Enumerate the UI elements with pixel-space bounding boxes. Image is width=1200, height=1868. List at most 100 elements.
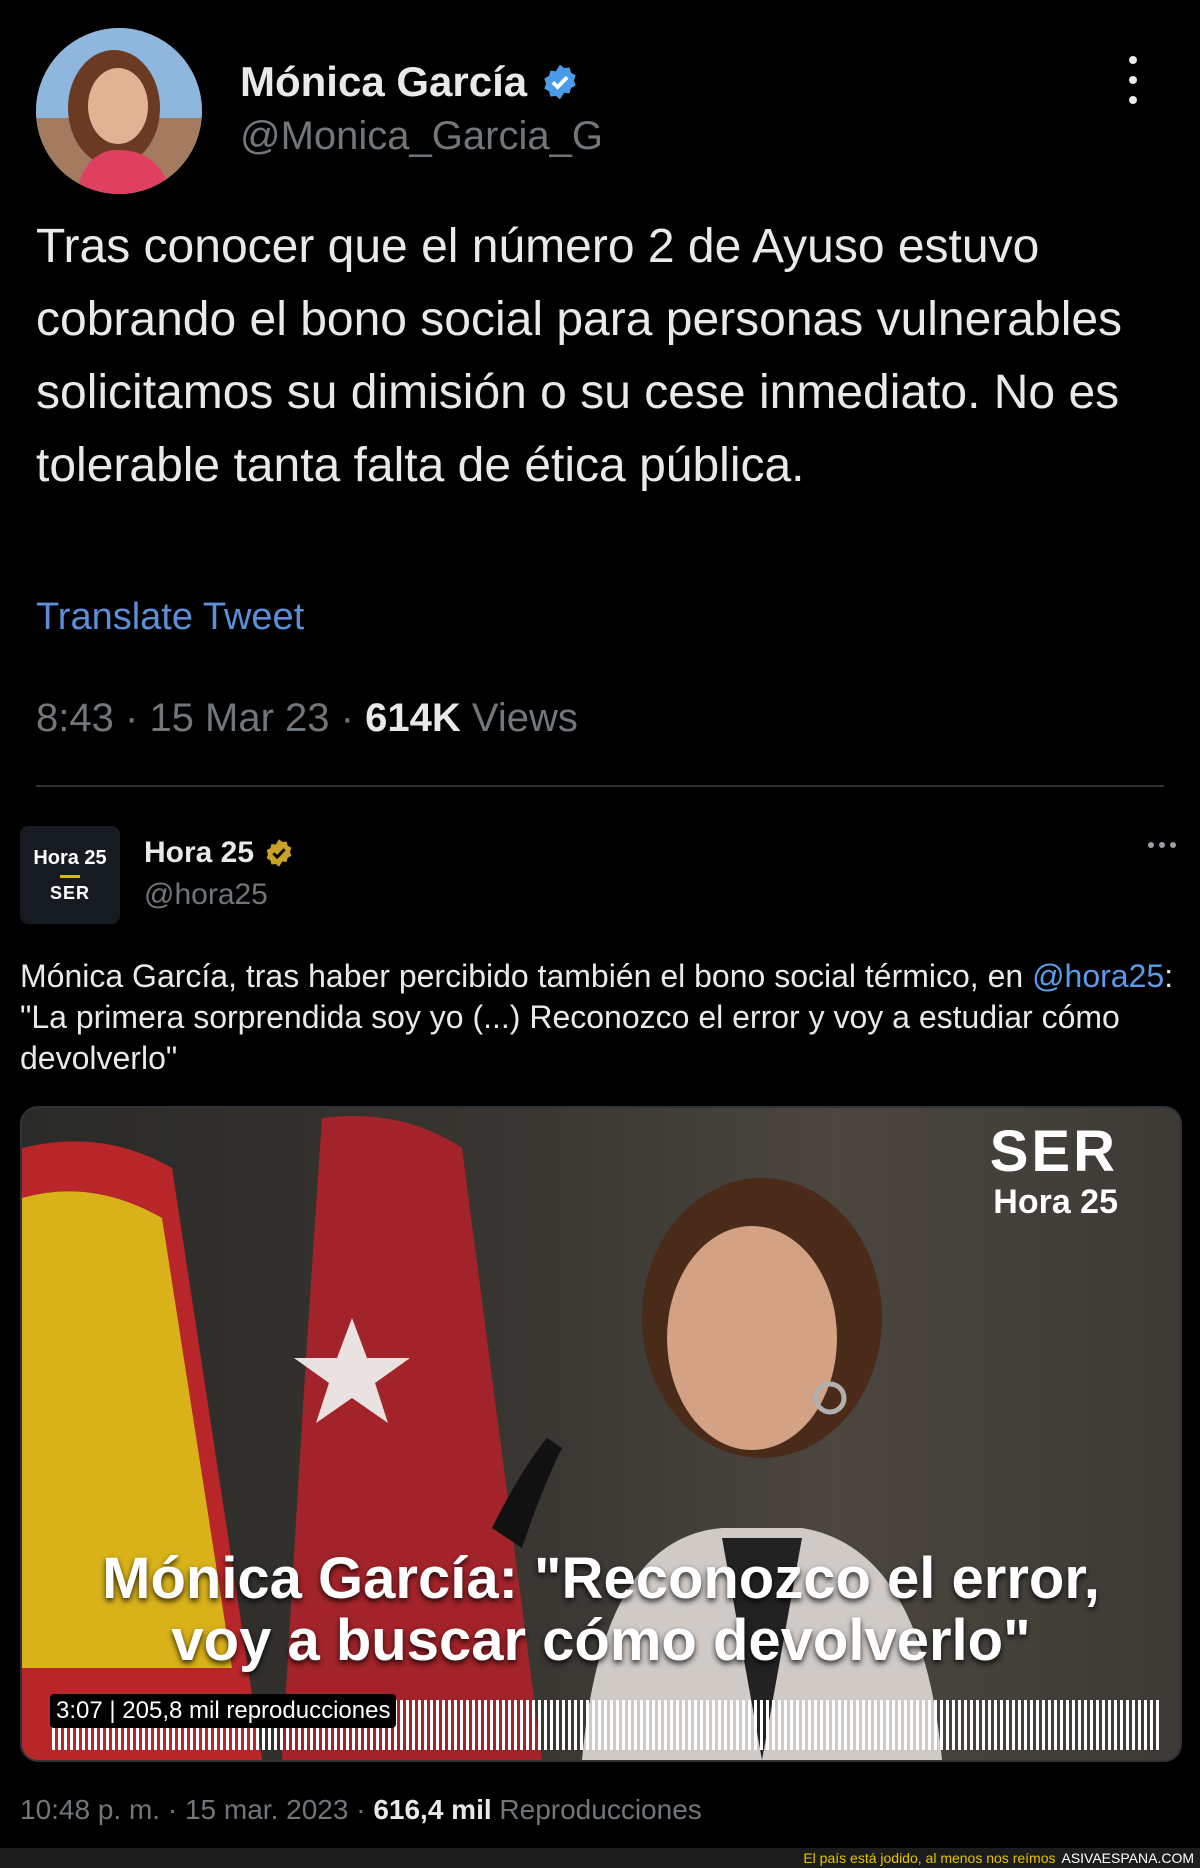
waveform-tick: [724, 1700, 727, 1750]
waveform-tick: [454, 1700, 457, 1750]
separator: ·: [124, 696, 139, 740]
separator: ·: [340, 696, 354, 740]
verified-gold-badge-icon: [266, 839, 292, 867]
waveform-tick: [580, 1700, 583, 1750]
waveform-tick: [1096, 1700, 1099, 1750]
avatar[interactable]: [36, 28, 202, 194]
waveform-tick: [1108, 1700, 1111, 1750]
waveform-tick: [694, 1700, 697, 1750]
video-stats: 3:07 | 205,8 mil reproducciones: [50, 1694, 397, 1728]
tweet-text: Tras conocer que el número 2 de Ayuso es…: [36, 220, 1123, 492]
waveform-tick: [586, 1700, 589, 1750]
waveform-tick: [1102, 1700, 1105, 1750]
waveform-tick: [496, 1700, 499, 1750]
waveform-tick: [610, 1700, 613, 1750]
waveform-tick: [922, 1700, 925, 1750]
waveform-tick: [700, 1700, 703, 1750]
waveform-tick: [730, 1700, 733, 1750]
waveform-tick: [418, 1700, 421, 1750]
author-handle[interactable]: @hora25: [144, 878, 268, 912]
more-options-icon[interactable]: [1122, 56, 1144, 104]
waveform-tick: [1054, 1700, 1057, 1750]
avatar-label: Hora 25: [33, 846, 107, 869]
waveform-tick: [1120, 1700, 1123, 1750]
waveform-tick: [754, 1700, 757, 1750]
avatar-logo: SER: [49, 882, 90, 903]
mention-link[interactable]: @hora25: [1032, 958, 1164, 994]
plays-label: Reproducciones: [499, 1794, 702, 1825]
waveform-tick: [574, 1700, 577, 1750]
waveform-tick: [766, 1700, 769, 1750]
waveform-tick: [832, 1700, 835, 1750]
waveform-tick: [1156, 1700, 1159, 1750]
tweet-date[interactable]: 15 mar. 2023: [185, 1794, 348, 1825]
video-duration: 3:07: [56, 1697, 103, 1724]
watermark-tagline: El país está jodido, al menos nos reímos: [803, 1850, 1056, 1866]
waveform-tick: [472, 1700, 475, 1750]
watermark-site: ASIVAESPANA.COM: [1061, 1850, 1194, 1866]
waveform-tick: [676, 1700, 679, 1750]
waveform-tick: [634, 1700, 637, 1750]
waveform-tick: [970, 1700, 973, 1750]
tweet-metadata: 10:48 p. m. · 15 mar. 2023 · 616,4 mil R…: [20, 1794, 702, 1826]
video-player[interactable]: SER Hora 25 Mónica García: "Reconozco el…: [20, 1106, 1182, 1762]
waveform-tick: [526, 1700, 529, 1750]
waveform-tick: [406, 1700, 409, 1750]
waveform-tick: [976, 1700, 979, 1750]
waveform-tick: [448, 1700, 451, 1750]
waveform-tick: [940, 1700, 943, 1750]
divider: [36, 785, 1164, 787]
author-name-text[interactable]: Mónica García: [240, 58, 527, 106]
avatar[interactable]: Hora 25 SER: [20, 826, 120, 924]
author-handle[interactable]: @Monica_Garcia_G: [240, 114, 603, 159]
tweet-metadata: 8:43 · 15 Mar 23 · 614K Views: [36, 696, 578, 741]
author-name[interactable]: Mónica García: [240, 58, 579, 106]
author-name-text[interactable]: Hora 25: [144, 836, 254, 870]
waveform-tick: [442, 1700, 445, 1750]
waveform-tick: [562, 1700, 565, 1750]
tweet-time[interactable]: 8:43: [36, 696, 114, 740]
waveform-tick: [502, 1700, 505, 1750]
waveform-tick: [952, 1700, 955, 1750]
tweet-date[interactable]: 15 Mar 23: [149, 696, 329, 740]
waveform-tick: [1132, 1700, 1135, 1750]
waveform-tick: [544, 1700, 547, 1750]
waveform-tick: [886, 1700, 889, 1750]
waveform-tick: [568, 1700, 571, 1750]
verified-badge-icon: [544, 64, 576, 100]
waveform-tick: [688, 1700, 691, 1750]
ser-hora25-logo: SER Hora 25: [990, 1122, 1118, 1222]
waveform-tick: [910, 1700, 913, 1750]
translate-tweet-link[interactable]: Translate Tweet: [36, 596, 304, 639]
waveform-tick: [670, 1700, 673, 1750]
waveform-tick: [916, 1700, 919, 1750]
waveform-tick: [436, 1700, 439, 1750]
waveform-tick: [598, 1700, 601, 1750]
waveform-tick: [760, 1700, 763, 1750]
waveform-tick: [1030, 1700, 1033, 1750]
waveform-tick: [964, 1700, 967, 1750]
tweet-text-part: Mónica García, tras haber percibido tamb…: [20, 958, 1033, 994]
waveform-tick: [802, 1700, 805, 1750]
waveform-tick: [1024, 1700, 1027, 1750]
waveform-tick: [958, 1700, 961, 1750]
waveform-tick: [460, 1700, 463, 1750]
waveform-tick: [814, 1700, 817, 1750]
waveform-tick: [1114, 1700, 1117, 1750]
watermark-bar: El país está jodido, al menos nos reímos…: [0, 1848, 1200, 1868]
waveform-tick: [1084, 1700, 1087, 1750]
waveform-tick: [466, 1700, 469, 1750]
waveform-tick: [784, 1700, 787, 1750]
waveform-tick: [520, 1700, 523, 1750]
separator: ·: [167, 1794, 178, 1825]
waveform-tick: [490, 1700, 493, 1750]
waveform-tick: [514, 1700, 517, 1750]
author-name[interactable]: Hora 25: [144, 836, 294, 870]
waveform-tick: [424, 1700, 427, 1750]
waveform-tick: [484, 1700, 487, 1750]
more-options-icon[interactable]: [1148, 842, 1176, 848]
waveform-tick: [928, 1700, 931, 1750]
waveform-tick: [844, 1700, 847, 1750]
caption-line: Mónica García: "Reconozco el error,: [102, 1546, 1100, 1611]
tweet-time[interactable]: 10:48 p. m.: [20, 1794, 160, 1825]
